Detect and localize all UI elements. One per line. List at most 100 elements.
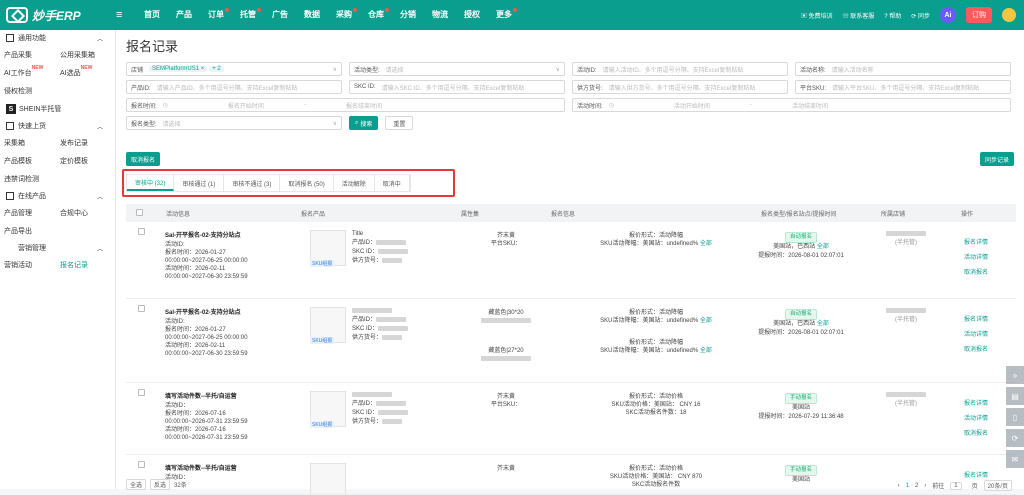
menu-toggle-icon[interactable]: ≡ xyxy=(116,9,128,21)
tab-cancelled[interactable]: 取消报名 (50) xyxy=(280,175,334,191)
sidebar-item-publish-records[interactable]: 发布记录 xyxy=(56,138,112,148)
shop-tag[interactable]: SEMPlatformUS1 × xyxy=(149,66,208,72)
sidebar-item-infringement-check[interactable]: 侵权检测 xyxy=(0,86,56,96)
sidebar-item-pricing-template[interactable]: 定价模板 xyxy=(56,156,112,166)
signup-detail-link[interactable]: 报名详情 xyxy=(964,313,1004,328)
row-checkbox[interactable] xyxy=(138,305,145,312)
free-training-link[interactable]: ▣ 免费培训 xyxy=(801,11,833,20)
skc-id-field[interactable]: SKC ID: 请输入SKC ID、多个用逗号分隔、支持Excel复制粘贴 xyxy=(349,80,565,94)
collapse-icon[interactable]: » xyxy=(1006,366,1024,384)
nav-more[interactable]: 更多 xyxy=(488,0,520,30)
signup-time-range[interactable]: 报名时间: ◷ 报名开始时间 - 报名结束时间 xyxy=(126,98,565,112)
activity-detail-link[interactable]: 活动详情 xyxy=(964,412,1004,427)
cancel-signup-link[interactable]: 取消报名 xyxy=(964,427,1004,442)
view-all-link[interactable]: 全部 xyxy=(700,318,712,324)
refresh-icon[interactable]: ⟳ xyxy=(1006,429,1024,447)
tab-approved[interactable]: 审核通过 (1) xyxy=(174,175,225,191)
sidebar-item-compliance-center[interactable]: 合规中心 xyxy=(56,208,112,218)
tab-activity-released[interactable]: 活动解除 xyxy=(334,175,375,191)
sidebar-group-quick-listing[interactable]: 快速上货 ︿ xyxy=(0,118,115,134)
signup-type-select[interactable]: 报名类型: 请选择 ∨ xyxy=(126,116,342,130)
row-checkbox[interactable] xyxy=(138,228,145,235)
product-image[interactable] xyxy=(310,463,346,494)
nav-hosting[interactable]: 托管 xyxy=(232,0,264,30)
mobile-icon[interactable]: ▯ xyxy=(1006,408,1024,426)
view-all-link[interactable]: 全部 xyxy=(700,348,712,354)
reset-button[interactable]: 重置 xyxy=(385,116,414,130)
new-badge: NEW xyxy=(31,65,44,71)
ai-assistant-icon[interactable]: Ai xyxy=(940,7,956,23)
sync-records-button[interactable]: 同步记录 xyxy=(979,152,1014,166)
nav-ads[interactable]: 广告 xyxy=(264,0,296,30)
view-all-link[interactable]: 全部 xyxy=(817,244,829,250)
nav-data[interactable]: 数据 xyxy=(296,0,328,30)
nav-orders[interactable]: 订单 xyxy=(200,0,232,30)
nav-logistics[interactable]: 物流 xyxy=(424,0,456,30)
activity-detail-link[interactable]: 活动详情 xyxy=(964,251,1004,266)
order-button[interactable]: 订购 xyxy=(966,7,992,23)
next-page-icon[interactable]: › xyxy=(924,483,926,489)
help-link[interactable]: ? 帮助 xyxy=(884,11,901,20)
search-button[interactable]: ⌕ 搜索 xyxy=(349,116,379,130)
sidebar-item-product-template[interactable]: 产品模板 xyxy=(0,156,56,166)
page-2[interactable]: 2 xyxy=(915,483,918,489)
sidebar-item-product-management[interactable]: 产品管理 xyxy=(0,208,56,218)
activity-name-field[interactable]: 活动名称: 请输入活动名称 xyxy=(795,62,1011,76)
nav-distribution[interactable]: 分销 xyxy=(392,0,424,30)
table-row: Sal-开平报名-02-支持分站点 活动ID: 报名时间：2026-01-27 … xyxy=(126,299,1016,383)
sidebar-item-public-collect-box[interactable]: 公用采集箱 xyxy=(56,50,112,60)
sync-link[interactable]: ⟳ 同步 xyxy=(911,11,930,20)
cancel-signup-link[interactable]: 取消报名 xyxy=(964,266,1004,281)
select-all-checkbox[interactable] xyxy=(136,208,156,218)
table-row: 填写活动件数--半托/自运营 活动ID： 芥末黄 报价形式：活动价格 SKU活动价… xyxy=(126,455,1016,495)
platform-sku-field[interactable]: 平台SKU: 请输入平台SKU、多个用逗号分隔、支持Excel复制粘贴 xyxy=(795,80,1011,94)
prev-page-icon[interactable]: ‹ xyxy=(898,483,900,489)
cancel-signup-link[interactable]: 取消报名 xyxy=(964,343,1004,358)
activity-time-range[interactable]: 活动时间: ◷ 活动开始时间 - 活动结束时间 xyxy=(572,98,1011,112)
select-all-button[interactable]: 全选 xyxy=(126,479,147,490)
sidebar-item-product-collect[interactable]: 产品采集 xyxy=(0,50,56,60)
sidebar-item-ai-selection[interactable]: AI选品 NEW xyxy=(56,65,112,78)
sidebar-item-marketing-activities[interactable]: 营销活动 xyxy=(0,260,56,270)
cancel-signup-button[interactable]: 取消报名 xyxy=(126,152,161,166)
page-1[interactable]: 1 xyxy=(906,483,909,489)
view-all-link[interactable]: 全部 xyxy=(700,241,712,247)
app-logo[interactable]: 妙手ERP xyxy=(0,7,116,24)
signup-detail-link[interactable]: 报名详情 xyxy=(964,397,1004,412)
goto-page-input[interactable]: 1 xyxy=(950,481,962,490)
nav-home[interactable]: 首页 xyxy=(136,0,168,30)
product-id-field[interactable]: 产品ID: 请输入产品ID、多个用逗号分隔、支持Excel复制粘贴 xyxy=(126,80,342,94)
activity-type-select[interactable]: 活动类型: 请选择 ∨ xyxy=(349,62,565,76)
signup-detail-link[interactable]: 报名详情 xyxy=(964,236,1004,251)
sidebar-item-signup-records[interactable]: 报名记录 xyxy=(56,260,112,270)
invert-selection-button[interactable]: 反选 xyxy=(150,479,171,490)
tab-rejected[interactable]: 审核不通过 (3) xyxy=(224,175,281,191)
sidebar-item-ai-workbench[interactable]: AI工作台 NEW xyxy=(0,65,56,78)
sidebar-item-collect-box[interactable]: 采集箱 xyxy=(0,138,56,148)
activity-detail-link[interactable]: 活动详情 xyxy=(964,328,1004,343)
row-checkbox[interactable] xyxy=(138,389,145,396)
tab-cancelling[interactable]: 取消中 xyxy=(375,175,410,191)
sidebar-item-product-export[interactable]: 产品导出 xyxy=(0,226,56,236)
notification-icon[interactable]: ▤ xyxy=(1006,387,1024,405)
activity-id-field[interactable]: 活动ID: 请输入活动ID、多个用逗号分隔、支持Excel复制粘贴 xyxy=(572,62,788,76)
nav-authorization[interactable]: 授权 xyxy=(456,0,488,30)
sidebar-group-general[interactable]: 通用功能 ︿ xyxy=(0,30,115,46)
view-all-link[interactable]: 全部 xyxy=(817,321,829,327)
sidebar-shein-header[interactable]: S SHEIN半托管 xyxy=(0,100,115,118)
chat-icon[interactable]: ✉ xyxy=(1006,450,1024,468)
sidebar-group-marketing[interactable]: 营销管理 ︿ xyxy=(0,240,115,256)
sidebar-item-forbidden-words[interactable]: 违禁词检测 xyxy=(0,174,56,184)
contact-service-link[interactable]: ☏ 联系客服 xyxy=(843,11,875,20)
nav-warehouse[interactable]: 仓库 xyxy=(360,0,392,30)
shop-select[interactable]: 店铺 SEMPlatformUS1 × + 2 ∨ xyxy=(126,62,342,76)
nav-products[interactable]: 产品 xyxy=(168,0,200,30)
floating-toolbar: » ▤ ▯ ⟳ ✉ xyxy=(1006,366,1024,468)
tab-under-review[interactable]: 审核中 (32) xyxy=(127,175,175,191)
supplier-sku-field[interactable]: 供方货号: 请输入供方货号、多个用逗号分隔、支持Excel复制粘贴 xyxy=(572,80,788,94)
row-checkbox[interactable] xyxy=(138,461,145,468)
avatar[interactable] xyxy=(1002,8,1016,22)
sidebar-group-online-products[interactable]: 在线产品 ︿ xyxy=(0,188,115,204)
page-size-select[interactable]: 20条/页 xyxy=(983,480,1012,491)
nav-purchase[interactable]: 采购 xyxy=(328,0,360,30)
